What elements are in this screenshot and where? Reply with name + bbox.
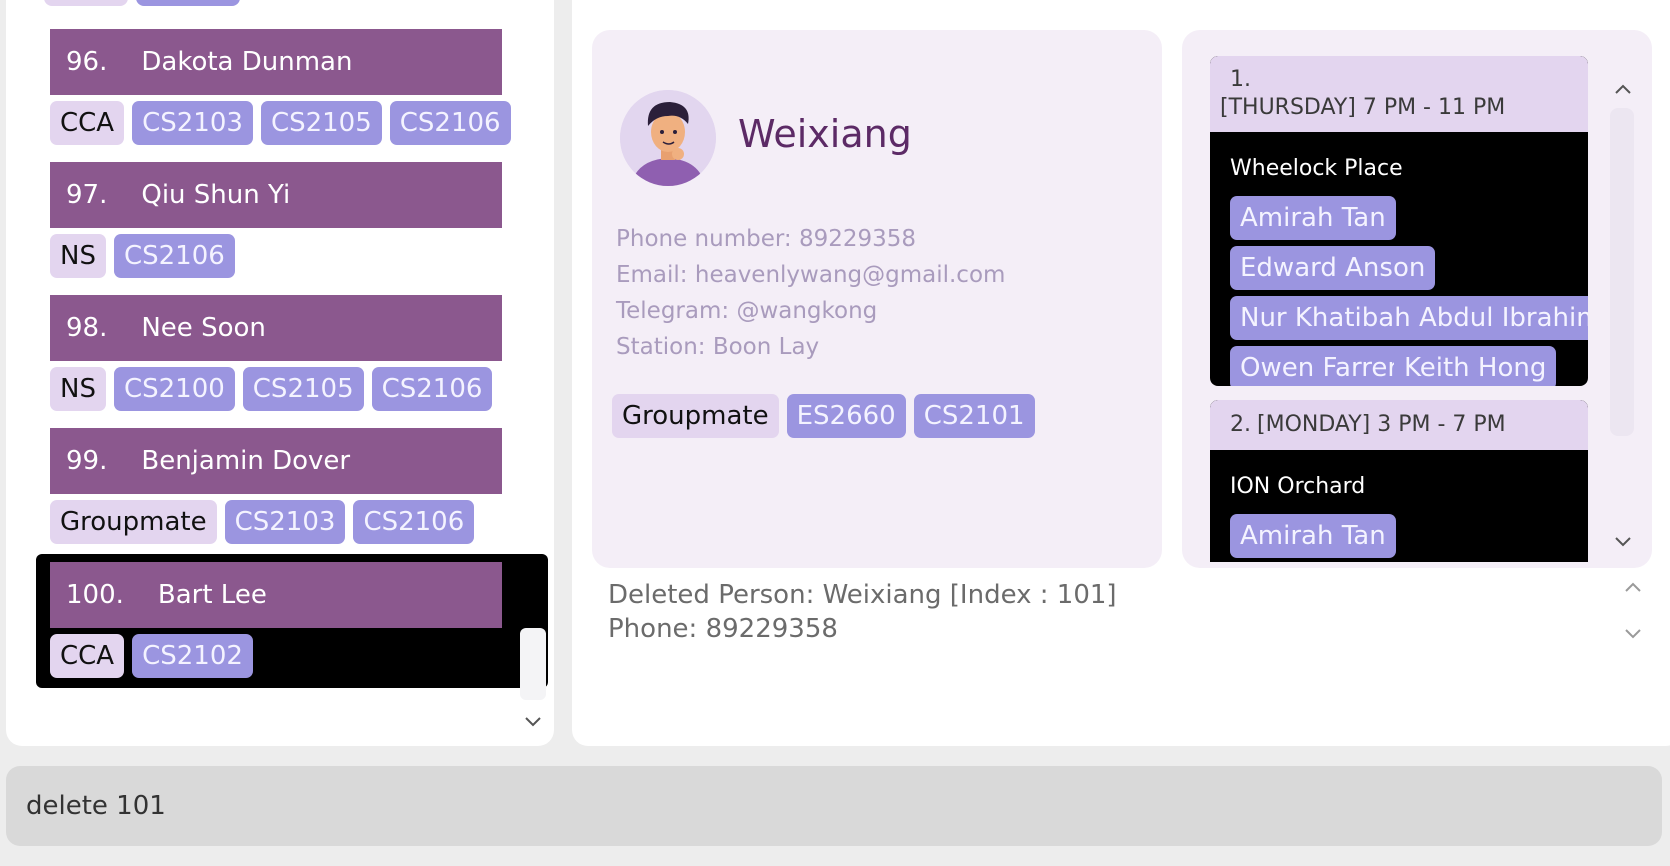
- result-line: Deleted Person: Weixiang [Index : 101]: [608, 580, 1117, 610]
- chevron-up-icon[interactable]: [1620, 574, 1646, 600]
- person-card-header: 98. Nee Soon: [50, 295, 502, 361]
- person-card[interactable]: 99. Benjamin Dover Groupmate CS2103 CS2106: [36, 428, 548, 548]
- module-tag: CS2106: [353, 500, 475, 544]
- participant-tag: Amirah Tan: [1230, 514, 1396, 558]
- partial-tag: [136, 0, 240, 6]
- participant-tag: Nur Khatibah Abdul Ibrahim: [1230, 296, 1588, 340]
- email: Email: heavenlywang@gmail.com: [616, 262, 1006, 288]
- person-index: 99.: [66, 446, 108, 476]
- meeting-card[interactable]: 1. [THURSDAY] 7 PM - 11 PM Wheelock Place A…: [1210, 56, 1588, 386]
- meeting-header: 1. [THURSDAY] 7 PM - 11 PM: [1210, 56, 1588, 132]
- person-tags: Groupmate ES2660 CS2101: [612, 394, 1035, 438]
- person-name: Benjamin Dover: [141, 446, 351, 476]
- person-card-header: 100. Bart Lee: [50, 562, 502, 628]
- avatar: [620, 90, 716, 186]
- category-tag: Groupmate: [50, 500, 217, 544]
- module-tag: CS2105: [260, 101, 382, 145]
- participant-tag: Owen Farrer: [1230, 346, 1409, 386]
- command-input[interactable]: [6, 766, 1662, 846]
- person-list-panel: 96. Dakota Dunman CCA CS2103 CS2105 CS2106 97.…: [6, 0, 554, 746]
- partial-tag: [44, 0, 128, 6]
- detail-panel: Weixiang Phone number: 89229358 Email: h…: [572, 0, 1670, 746]
- module-tag: CS2102: [132, 634, 253, 678]
- person-card-header: 99. Benjamin Dover: [50, 428, 502, 494]
- person-name: Nee Soon: [141, 313, 266, 343]
- person-name: Weixiang: [738, 112, 912, 156]
- person-name: Qiu Shun Yi: [141, 180, 291, 210]
- person-card-header: 96. Dakota Dunman: [50, 29, 502, 95]
- person-index: 98.: [66, 313, 108, 343]
- result-display: Deleted Person: Weixiang [Index : 101] P…: [608, 578, 1117, 646]
- chevron-down-icon[interactable]: [1610, 528, 1636, 554]
- meeting-list: 1. [THURSDAY] 7 PM - 11 PM Wheelock Place A…: [1210, 56, 1588, 562]
- meeting-number: 2.: [1230, 412, 1251, 437]
- meeting-time: [MONDAY] 3 PM - 7 PM: [1257, 412, 1506, 437]
- chevron-down-icon[interactable]: [520, 708, 546, 734]
- module-tag: CS2106: [113, 234, 235, 278]
- chevron-down-icon[interactable]: [1620, 620, 1646, 646]
- category-tag: NS: [50, 367, 106, 411]
- module-tag: ES2660: [786, 394, 906, 438]
- module-tag: CS2101: [913, 394, 1035, 438]
- tag-row: NS CS2106: [50, 234, 235, 278]
- person-card-header: 97. Qiu Shun Yi: [50, 162, 502, 228]
- station: Station: Boon Lay: [616, 334, 820, 360]
- person-index: 97.: [66, 180, 108, 210]
- meeting-card[interactable]: 2. [MONDAY] 3 PM - 7 PM ION Orchard Amirah …: [1210, 400, 1588, 562]
- module-tag: CS2103: [224, 500, 346, 544]
- module-tag: CS2106: [389, 101, 511, 145]
- category-tag: Groupmate: [612, 394, 779, 438]
- person-card[interactable]: 100. Bart Lee CCA CS2102: [36, 554, 548, 688]
- category-tag: CCA: [50, 634, 125, 678]
- chevron-up-icon[interactable]: [1610, 76, 1636, 102]
- person-card[interactable]: 97. Qiu Shun Yi NS CS2106: [36, 162, 548, 282]
- meeting-location: Wheelock Place: [1230, 156, 1403, 181]
- meeting-location: ION Orchard: [1230, 474, 1366, 499]
- person-index: 100.: [66, 580, 124, 610]
- telegram: Telegram: @wangkong: [616, 298, 878, 324]
- module-tag: CS2103: [132, 101, 253, 145]
- meetings-panel: 1. [THURSDAY] 7 PM - 11 PM Wheelock Place A…: [1182, 30, 1652, 568]
- person-index: 96.: [66, 47, 108, 77]
- participant-tag: Keith Hong: [1394, 346, 1557, 386]
- module-tag: CS2105: [242, 367, 364, 411]
- tag-row: CCA CS2102: [50, 634, 253, 678]
- tag-row: NS CS2100 CS2105 CS2106: [50, 367, 493, 411]
- person-name: Bart Lee: [157, 580, 267, 610]
- meeting-number: 1.: [1230, 67, 1251, 92]
- meeting-time: [THURSDAY] 7 PM - 11 PM: [1220, 95, 1506, 120]
- person-detail-card: Weixiang Phone number: 89229358 Email: h…: [592, 30, 1162, 568]
- module-tag: CS2100: [113, 367, 235, 411]
- participant-tag: Amirah Tan: [1230, 196, 1396, 240]
- meeting-header: 2. [MONDAY] 3 PM - 7 PM: [1210, 400, 1588, 450]
- result-line: Phone: 89229358: [608, 614, 838, 644]
- tag-row: CCA CS2103 CS2105 CS2106: [50, 101, 511, 145]
- meeting-scrollbar[interactable]: [1610, 108, 1634, 436]
- person-name: Dakota Dunman: [141, 47, 353, 77]
- module-tag: CS2106: [371, 367, 493, 411]
- tag-row: Groupmate CS2103 CS2106: [50, 500, 475, 544]
- category-tag: NS: [50, 234, 106, 278]
- category-tag: CCA: [50, 101, 125, 145]
- person-card[interactable]: 98. Nee Soon NS CS2100 CS2105 CS2106: [36, 295, 548, 415]
- participant-tag: Edward Anson: [1230, 246, 1436, 290]
- person-card[interactable]: 96. Dakota Dunman CCA CS2103 CS2105 CS2106: [36, 29, 548, 149]
- list-scrollbar[interactable]: [520, 628, 546, 700]
- phone-number: Phone number: 89229358: [616, 226, 917, 252]
